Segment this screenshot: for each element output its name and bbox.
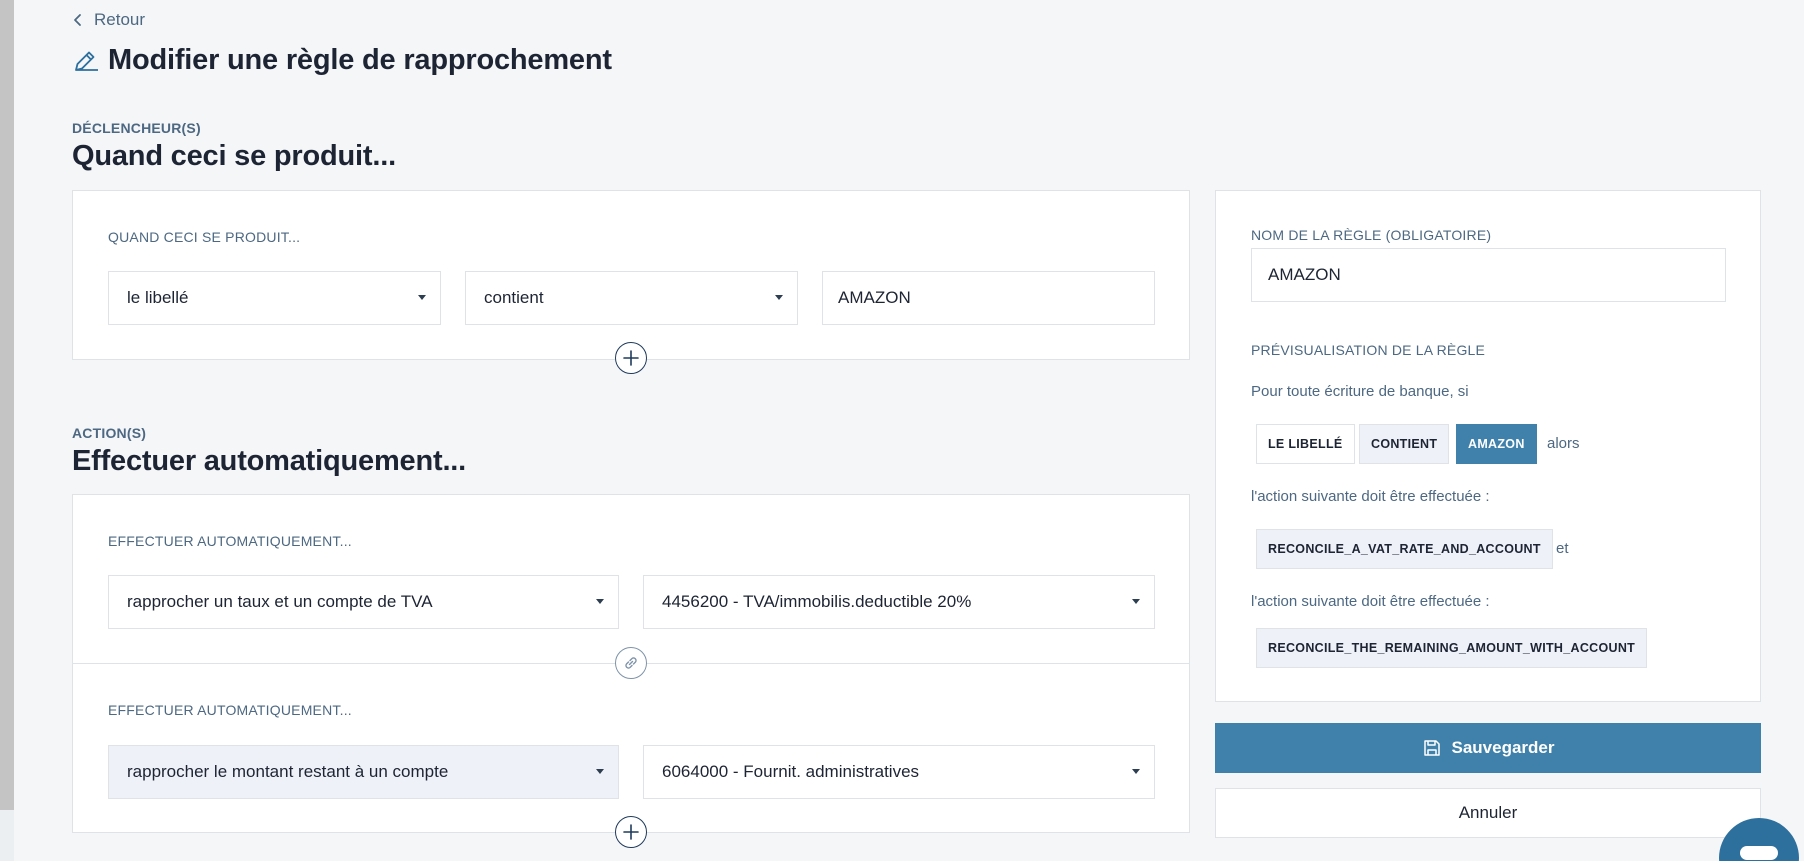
save-button-label: Sauvegarder	[1451, 738, 1555, 757]
page-scrollbar-track[interactable]	[0, 810, 14, 861]
trigger-operator-value: contient	[484, 288, 544, 307]
save-icon	[1423, 740, 1440, 756]
plus-icon	[623, 824, 639, 840]
triggers-title: Quand ceci se produit...	[72, 140, 396, 172]
rule-summary-card: NOM DE LA RÈGLE (OBLIGATOIRE) AMAZON PRÉ…	[1215, 190, 1761, 702]
preview-chip-value: AMAZON	[1456, 424, 1537, 464]
preview-action-chip-2: RECONCILE_THE_REMAINING_AMOUNT_WITH_ACCO…	[1256, 628, 1648, 668]
page-title: Modifier une règle de rapprochement	[108, 44, 612, 76]
action-type-value-2: rapprocher le montant restant à un compt…	[127, 762, 449, 781]
trigger-operator-select[interactable]: contient	[465, 271, 798, 325]
rule-name-input[interactable]: AMAZON	[1251, 248, 1726, 302]
pencil-icon	[75, 51, 98, 71]
rule-preview-label: PRÉVISUALISATION DE LA RÈGLE	[1251, 342, 1486, 358]
action-card-2: EFFECTUER AUTOMATIQUEMENT... rapprocher …	[72, 663, 1190, 833]
trigger-value-text: AMAZON	[838, 288, 911, 307]
back-label: Retour	[94, 10, 146, 29]
plus-icon	[623, 350, 639, 366]
action-account-select-1[interactable]: 4456200 - TVA/immobilis.deductible 20%	[643, 575, 1155, 629]
preview-action-sentence-2: l'action suivante doit être effectuée :	[1251, 593, 1490, 610]
trigger-field-value: le libellé	[127, 288, 189, 307]
preview-chip-field: LE LIBELLÉ	[1256, 424, 1355, 464]
action-type-select-1[interactable]: rapprocher un taux et un compte de TVA	[108, 575, 619, 629]
actions-title: Effectuer automatiquement...	[72, 445, 467, 477]
preview-action-sentence-1: l'action suivante doit être effectuée :	[1251, 488, 1490, 505]
rule-name-label: NOM DE LA RÈGLE (OBLIGATOIRE)	[1251, 227, 1492, 243]
link-actions-button[interactable]	[615, 647, 647, 679]
caret-down-icon	[596, 599, 604, 604]
action-type-select-2[interactable]: rapprocher le montant restant à un compt…	[108, 745, 619, 799]
caret-down-icon	[775, 295, 783, 300]
rule-name-value: AMAZON	[1268, 265, 1341, 284]
add-action-button[interactable]	[615, 816, 647, 848]
link-icon	[625, 657, 637, 669]
page-header: Modifier une règle de rapprochement	[72, 44, 612, 77]
caret-down-icon	[418, 295, 426, 300]
trigger-card: QUAND CECI SE PRODUIT... le libellé cont…	[72, 190, 1190, 360]
actions-kicker: ACTION(S)	[72, 425, 147, 441]
cancel-button-label: Annuler	[1458, 803, 1518, 822]
caret-down-icon	[1132, 599, 1140, 604]
preview-action-chip-1: RECONCILE_A_VAT_RATE_AND_ACCOUNT	[1256, 529, 1553, 569]
caret-down-icon	[1132, 769, 1140, 774]
caret-down-icon	[596, 769, 604, 774]
preview-then-word: alors	[1547, 435, 1580, 452]
chevron-left-icon	[74, 14, 81, 26]
back-link[interactable]: Retour	[72, 10, 145, 30]
page-scrollbar-thumb[interactable]	[0, 0, 14, 810]
cancel-button[interactable]: Annuler	[1215, 788, 1761, 838]
action-card-label: EFFECTUER AUTOMATIQUEMENT...	[108, 533, 352, 549]
trigger-card-label: QUAND CECI SE PRODUIT...	[108, 229, 301, 245]
action-card-label: EFFECTUER AUTOMATIQUEMENT...	[108, 702, 352, 718]
chat-icon	[1740, 846, 1778, 860]
trigger-field-select[interactable]: le libellé	[108, 271, 441, 325]
save-button[interactable]: Sauvegarder	[1215, 723, 1761, 773]
rule-preview-intro: Pour toute écriture de banque, si	[1251, 383, 1469, 400]
action-account-value-2: 6064000 - Fournit. administratives	[662, 762, 920, 781]
preview-and-word: et	[1556, 540, 1569, 557]
add-trigger-button[interactable]	[615, 342, 647, 374]
triggers-kicker: DÉCLENCHEUR(S)	[72, 120, 201, 136]
action-type-value-1: rapprocher un taux et un compte de TVA	[127, 592, 433, 611]
preview-chip-operator: CONTIENT	[1359, 424, 1450, 464]
action-account-value-1: 4456200 - TVA/immobilis.deductible 20%	[662, 592, 972, 611]
action-account-select-2[interactable]: 6064000 - Fournit. administratives	[643, 745, 1155, 799]
action-card-1: EFFECTUER AUTOMATIQUEMENT... rapprocher …	[72, 494, 1190, 664]
trigger-value-input[interactable]: AMAZON	[822, 271, 1155, 325]
